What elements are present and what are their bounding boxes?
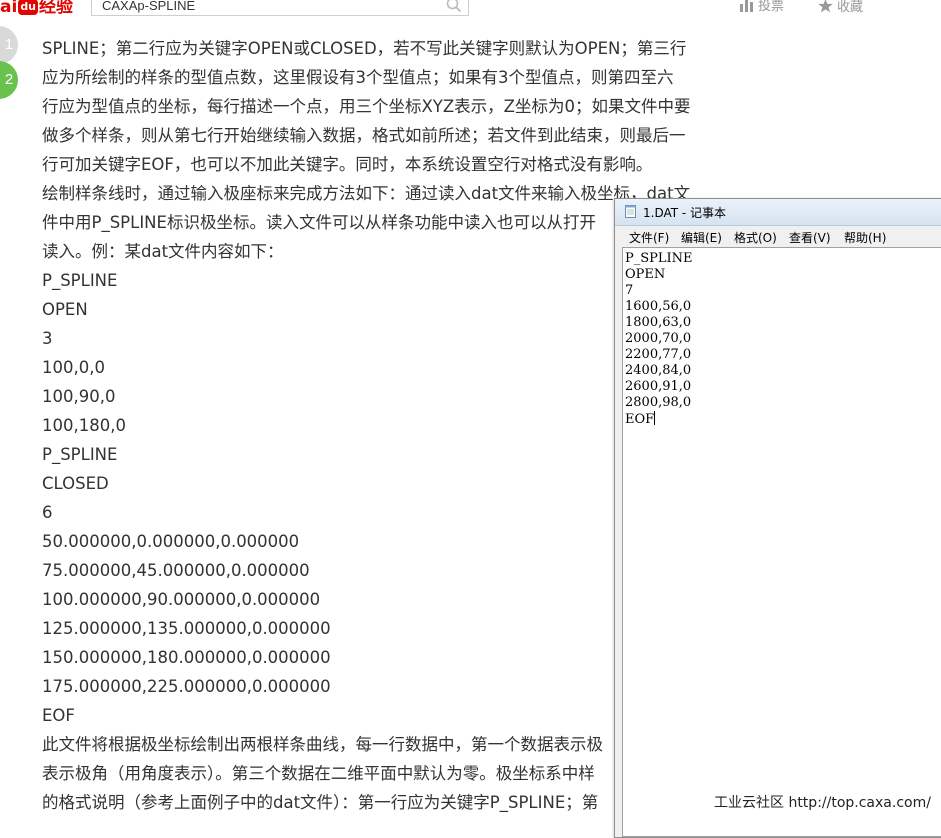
article-line: P_SPLINE bbox=[42, 271, 118, 290]
notepad-title: 1.DAT - 记事本 bbox=[643, 206, 727, 220]
notepad-line-text: EOF bbox=[625, 412, 655, 427]
article-line: 行可加关键字EOF，也可以不加此关键字。同时，本系统设置空行对格式没有影响。 bbox=[42, 155, 653, 174]
article-line: 行应为型值点的坐标，每行描述一个点，用三个坐标XYZ表示，Z坐标为0；如果文件中… bbox=[42, 97, 691, 116]
article-line: CLOSED bbox=[42, 474, 109, 493]
article-line: 100.000000,90.000000,0.000000 bbox=[42, 590, 321, 609]
logo-text: ai bbox=[0, 0, 18, 17]
notepad-line: 2400,84,0 bbox=[625, 363, 691, 379]
article-line: 的格式说明（参考上面例子中的dat文件）：第一行应为关键字P_SPLINE；第 bbox=[42, 793, 599, 812]
article-line: SPLINE；第二行应为关键字OPEN或CLOSED，若不写此关键字则默认为OP… bbox=[42, 39, 687, 58]
step-marker-2[interactable]: 2 bbox=[0, 61, 18, 99]
article-line: 应为所绘制的样条的型值点数，这里假设有3个型值点；如果有3个型值点，则第四至六 bbox=[42, 68, 674, 87]
article-line: 100,0,0 bbox=[42, 358, 105, 377]
notepad-line: 2200,77,0 bbox=[625, 347, 691, 363]
notepad-line: EOF bbox=[625, 411, 656, 428]
notepad-text-area[interactable]: P_SPLINE OPEN 7 1600,56,0 1800,63,0 2000,70,0… bbox=[622, 247, 941, 837]
notepad-line-text: OPEN bbox=[625, 267, 666, 282]
article-line: 100,90,0 bbox=[42, 387, 116, 406]
menu-edit[interactable]: 编辑(E) bbox=[681, 229, 722, 246]
notepad-line: P_SPLINE bbox=[625, 251, 693, 267]
menu-format[interactable]: 格式(O) bbox=[734, 229, 777, 246]
collect-label: 收藏 bbox=[837, 0, 864, 15]
logo-paw: du bbox=[18, 0, 39, 15]
notepad-line: 7 bbox=[625, 283, 633, 299]
notepad-line-text: P_SPLINE bbox=[625, 251, 693, 266]
notepad-line-text: 1800,63,0 bbox=[625, 315, 692, 330]
article-line: 表示极角（用角度表示）。第三个数据在二维平面中默认为零。极坐标系中样 bbox=[42, 764, 595, 783]
text-caret bbox=[654, 411, 656, 425]
article-line: OPEN bbox=[42, 300, 88, 319]
step-number: 2 bbox=[4, 71, 14, 88]
article-line: 绘制样条线时，通过输入极座标来完成方法如下：通过读入dat文件来输入极坐标，da… bbox=[42, 184, 691, 203]
search-input[interactable] bbox=[102, 0, 442, 15]
bar-chart-icon bbox=[740, 0, 753, 12]
notepad-menubar: 文件(F) 编辑(E) 格式(O) 查看(V) 帮助(H) bbox=[619, 227, 941, 247]
notepad-line: 1600,56,0 bbox=[625, 299, 691, 315]
notepad-line-text: 2000,70,0 bbox=[625, 331, 692, 346]
notepad-line-text: 2200,77,0 bbox=[625, 347, 692, 362]
notepad-line-text: 2400,84,0 bbox=[625, 363, 692, 378]
article-line: 此文件将根据极坐标绘制出两根样条曲线，每一行数据中，第一个数据表示极 bbox=[42, 735, 603, 754]
notepad-icon bbox=[625, 205, 636, 218]
notepad-line-text: 1600,56,0 bbox=[625, 299, 692, 314]
notepad-line-text: 2600,91,0 bbox=[625, 379, 692, 394]
search-icon[interactable] bbox=[446, 0, 462, 13]
collect-button[interactable]: 收藏 bbox=[818, 0, 863, 15]
article-line: 75.000000,45.000000,0.000000 bbox=[42, 561, 310, 580]
article-line: 件中用P_SPLINE标识极坐标。读入文件可以从样条功能中读入也可以从打开 bbox=[42, 213, 596, 232]
menu-file[interactable]: 文件(F) bbox=[629, 229, 669, 246]
notepad-line-text: 7 bbox=[625, 283, 634, 298]
notepad-line: 2000,70,0 bbox=[625, 331, 691, 347]
article-line: 175.000000,225.000000,0.000000 bbox=[42, 677, 331, 696]
step-number: 1 bbox=[4, 36, 14, 53]
vote-label: 投票 bbox=[758, 0, 785, 14]
notepad-window: 1.DAT - 记事本 文件(F) 编辑(E) 格式(O) 查看(V) 帮助(H… bbox=[614, 198, 941, 838]
watermark: 工业云社区 http://top.caxa.com/ bbox=[714, 795, 931, 811]
logo-suffix: 经验 bbox=[39, 0, 74, 17]
article-line: 125.000000,135.000000,0.000000 bbox=[42, 619, 331, 638]
top-header: aidu经验 投票 收藏 bbox=[0, 0, 941, 18]
star-icon bbox=[818, 0, 833, 13]
notepad-line-text: 2800,98,0 bbox=[625, 395, 692, 410]
baidu-jingyan-logo[interactable]: ai du 经验 bbox=[0, 0, 73, 18]
article-line: 3 bbox=[42, 329, 53, 348]
article-line: 100,180,0 bbox=[42, 416, 126, 435]
article-line: EOF bbox=[42, 706, 75, 725]
search-box bbox=[91, 0, 469, 16]
article-line: 150.000000,180.000000,0.000000 bbox=[42, 648, 331, 667]
article-line: 50.000000,0.000000,0.000000 bbox=[42, 532, 300, 551]
article-line: P_SPLINE bbox=[42, 445, 118, 464]
menu-view[interactable]: 查看(V) bbox=[789, 229, 831, 246]
article-line: 6 bbox=[42, 503, 53, 522]
step-marker-1[interactable]: 1 bbox=[0, 26, 18, 64]
notepad-line: 2800,98,0 bbox=[625, 395, 691, 411]
article-line: 读入。例：某dat文件内容如下： bbox=[42, 242, 284, 261]
menu-help[interactable]: 帮助(H) bbox=[844, 229, 886, 246]
vote-button[interactable]: 投票 bbox=[740, 0, 784, 15]
notepad-line: 1800,63,0 bbox=[625, 315, 691, 331]
article-line: 做多个样条，则从第七行开始继续输入数据，格式如前所述；若文件到此结束，则最后一 bbox=[42, 126, 686, 145]
notepad-line: 2600,91,0 bbox=[625, 379, 691, 395]
notepad-titlebar[interactable]: 1.DAT - 记事本 bbox=[615, 199, 941, 226]
notepad-line: OPEN bbox=[625, 267, 665, 283]
